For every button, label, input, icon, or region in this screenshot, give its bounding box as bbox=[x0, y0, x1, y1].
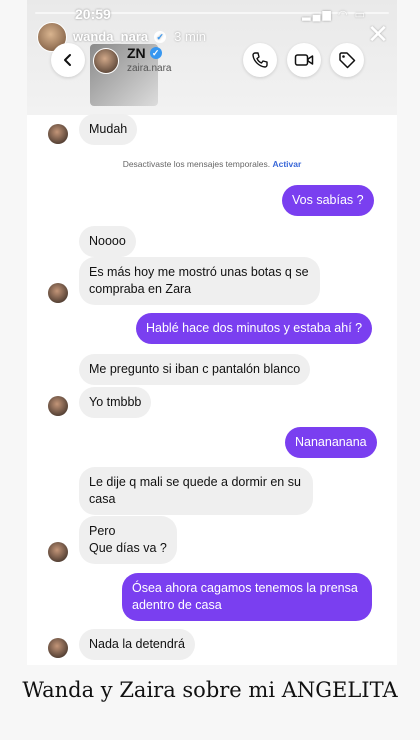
contact-name[interactable]: ZN ✓ bbox=[127, 45, 162, 61]
message-incoming[interactable]: Le dije q mali se quede a dormir en su c… bbox=[79, 467, 313, 515]
story-caption: Wanda y Zaira sobre mi ANGELITA bbox=[22, 678, 398, 702]
message-outgoing[interactable]: Nanananana bbox=[285, 427, 377, 458]
status-icons: ▂▄▆ ◠ ▭ bbox=[302, 9, 367, 21]
message-incoming[interactable]: Es más hoy me mostró unas botas q se com… bbox=[79, 257, 320, 305]
contact-avatar[interactable] bbox=[93, 48, 119, 74]
contact-handle: zaira.nara bbox=[127, 63, 172, 74]
temporary-messages-notice: Desactivaste los mensajes temporales. Ac… bbox=[27, 159, 397, 169]
sender-avatar bbox=[48, 396, 68, 416]
sender-avatar bbox=[48, 124, 68, 144]
video-icon bbox=[294, 54, 314, 66]
call-button[interactable] bbox=[243, 43, 277, 77]
message-incoming[interactable]: Nada la detendrá bbox=[79, 629, 195, 660]
message-incoming[interactable]: Noooo bbox=[79, 226, 136, 257]
sender-avatar bbox=[48, 638, 68, 658]
message-incoming[interactable]: Me pregunto si iban c pantalón blanco bbox=[79, 354, 311, 385]
tag-icon bbox=[339, 52, 356, 69]
tag-button[interactable] bbox=[330, 43, 364, 77]
story-username: wanda_nara bbox=[73, 29, 149, 44]
sender-avatar bbox=[48, 283, 68, 303]
message-incoming[interactable]: Mudah bbox=[79, 114, 138, 145]
message-outgoing[interactable]: Hablé hace dos minutos y estaba ahí ? bbox=[136, 313, 373, 344]
notice-text: Desactivaste los mensajes temporales. bbox=[122, 159, 271, 169]
verified-icon: ✓ bbox=[149, 47, 162, 59]
verified-icon: ✓ bbox=[154, 30, 167, 43]
back-button[interactable] bbox=[51, 43, 85, 77]
message-outgoing[interactable]: Ósea ahora cagamos tenemos la prensa ade… bbox=[122, 573, 372, 621]
message-incoming[interactable]: Yo tmbbb bbox=[79, 387, 152, 418]
story-elapsed: 3 min bbox=[174, 29, 206, 44]
story-frame: 20:59 ▂▄▆ ◠ ▭ wanda_nara ✓ 3 min ✕ ZN ✓ … bbox=[27, 0, 397, 665]
message-outgoing[interactable]: Vos sabías ? bbox=[282, 185, 374, 216]
message-incoming[interactable]: Pero Que días va ? bbox=[79, 516, 177, 564]
sender-avatar bbox=[48, 542, 68, 562]
back-icon bbox=[64, 54, 71, 66]
video-button[interactable] bbox=[287, 43, 321, 77]
activate-link[interactable]: Activar bbox=[272, 159, 301, 169]
contact-name-label: ZN bbox=[127, 45, 146, 61]
story-user[interactable]: wanda_nara ✓ 3 min bbox=[73, 29, 206, 44]
close-icon[interactable]: ✕ bbox=[365, 21, 391, 48]
status-time: 20:59 bbox=[75, 6, 111, 22]
phone-icon bbox=[252, 52, 268, 68]
